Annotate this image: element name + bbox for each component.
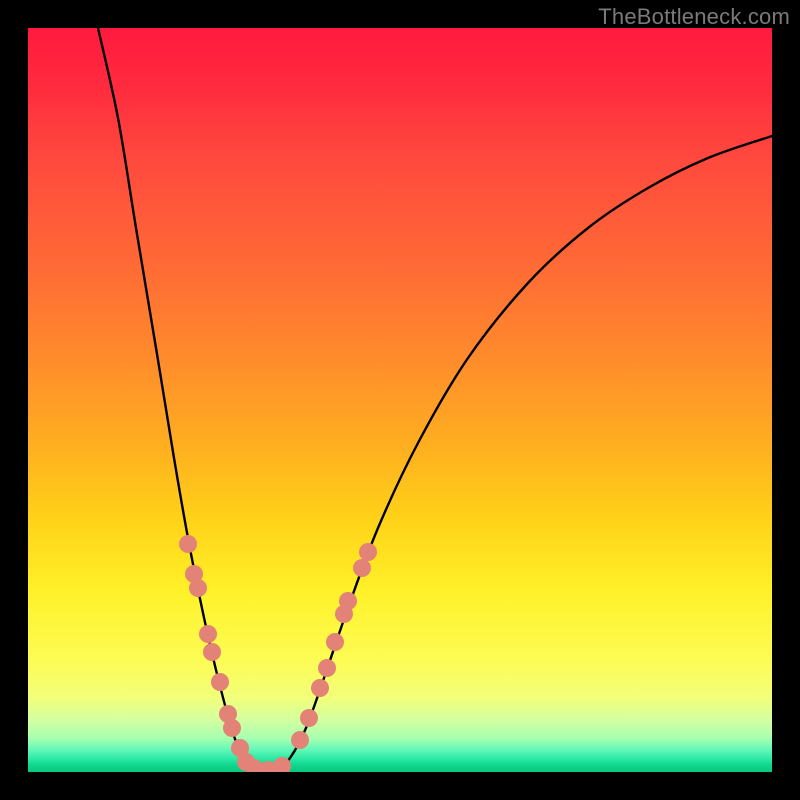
scatter-dot bbox=[179, 535, 197, 553]
v-curve-line bbox=[98, 28, 772, 771]
scatter-dot bbox=[318, 659, 336, 677]
plot-area bbox=[28, 28, 772, 772]
chart-frame: TheBottleneck.com bbox=[0, 0, 800, 800]
scatter-dot bbox=[359, 543, 377, 561]
scatter-dot bbox=[211, 673, 229, 691]
scatter-dot bbox=[291, 731, 309, 749]
scatter-dot bbox=[311, 679, 329, 697]
scatter-dot bbox=[203, 643, 221, 661]
scatter-dot bbox=[339, 592, 357, 610]
scatter-dot bbox=[199, 625, 217, 643]
scatter-dots bbox=[179, 535, 377, 772]
scatter-dot bbox=[300, 709, 318, 727]
scatter-dot bbox=[189, 579, 207, 597]
scatter-dot bbox=[353, 559, 371, 577]
chart-svg bbox=[28, 28, 772, 772]
watermark-text: TheBottleneck.com bbox=[598, 4, 790, 30]
scatter-dot bbox=[326, 633, 344, 651]
scatter-dot bbox=[223, 719, 241, 737]
